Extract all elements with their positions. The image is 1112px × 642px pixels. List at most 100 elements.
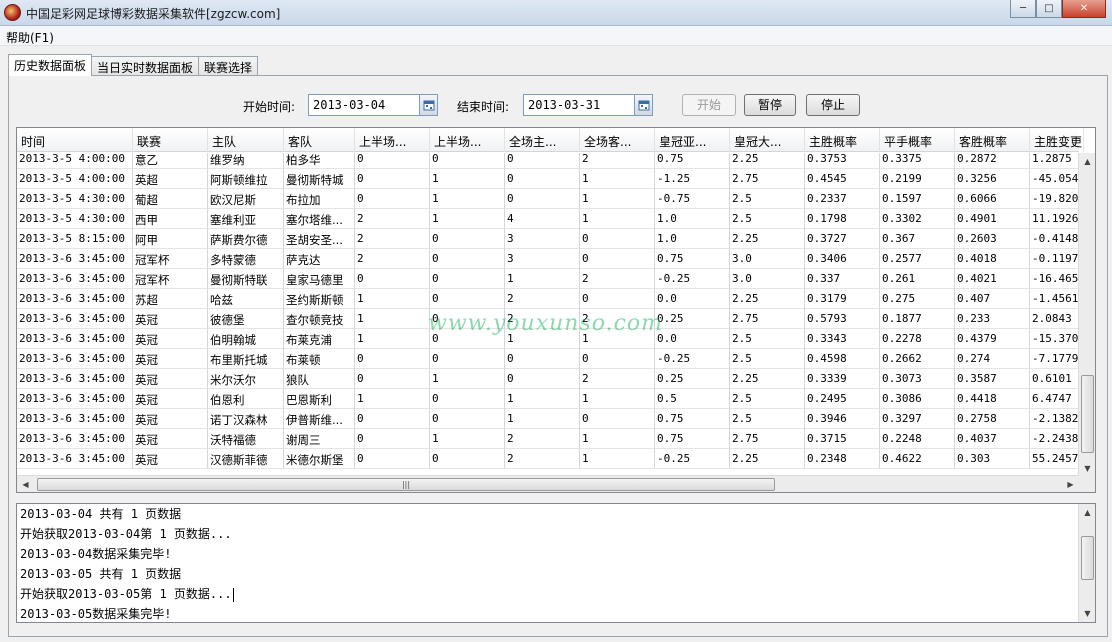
- scroll-up-icon[interactable]: ▲: [1079, 504, 1095, 521]
- table-cell: 0.4018: [955, 249, 1030, 269]
- table-cell: 1: [430, 189, 505, 209]
- log-line-text: 开始获取2013-03-04第 1 页数据...: [20, 527, 232, 541]
- table-cell: 0.4021: [955, 269, 1030, 289]
- table-cell: -15.3709: [1030, 329, 1079, 349]
- tab-realtime-panel[interactable]: 当日实时数据面板: [91, 56, 200, 76]
- scroll-right-icon[interactable]: ▶: [1062, 476, 1079, 492]
- column-header[interactable]: 联赛: [133, 128, 208, 152]
- grid-vertical-scrollbar[interactable]: ▲ ▼: [1078, 153, 1095, 477]
- table-cell: 0: [580, 349, 655, 369]
- table-cell: 0.0: [655, 289, 730, 309]
- calendar-icon[interactable]: [419, 95, 437, 115]
- table-cell: 英冠: [133, 429, 208, 449]
- table-row[interactable]: 2013-3-6 3:45:00 冠军杯 曼彻斯特联 皇家马德里 0 0 1 2 -0.25 3.…: [17, 269, 1079, 289]
- table-cell: 狼队: [284, 369, 355, 389]
- table-row[interactable]: 2013-3-5 4:30:00 西甲 塞维利亚 塞尔塔维... 2 1 4 1 1.0 2.5 0…: [17, 209, 1079, 229]
- tab-history-panel[interactable]: 历史数据面板: [8, 54, 93, 76]
- column-header[interactable]: 皇冠亚...: [655, 128, 730, 152]
- table-row[interactable]: 2013-3-6 3:45:00 英冠 沃特福德 谢周三 0 1 2 1 0.75 2.75 0.3…: [17, 429, 1079, 449]
- table-cell: 2: [505, 289, 580, 309]
- window-controls: ─ □ ✕: [1010, 0, 1106, 19]
- maximize-icon[interactable]: □: [1036, 0, 1062, 18]
- table-cell: 2013-3-5 8:15:00: [17, 229, 133, 249]
- table-cell: 0.75: [655, 249, 730, 269]
- pause-button[interactable]: 暂停: [744, 94, 796, 116]
- table-row[interactable]: 2013-3-6 3:45:00 英冠 伯恩利 巴恩斯利 1 0 1 1 0.5 2.5 0.249…: [17, 389, 1079, 409]
- scroll-up-icon[interactable]: ▲: [1079, 153, 1095, 170]
- log-lines: 2013-03-04 共有 1 页数据开始获取2013-03-04第 1 页数据…: [20, 504, 234, 622]
- table-row[interactable]: 2013-3-6 3:45:00 冠军杯 多特蒙德 萨克达 2 0 3 0 0.75 3.0 0.3…: [17, 249, 1079, 269]
- table-cell: 2.5: [730, 349, 805, 369]
- column-header[interactable]: 全场客...: [580, 128, 655, 152]
- table-cell: 2.25: [730, 289, 805, 309]
- table-cell: 2013-3-5 4:30:00: [17, 209, 133, 229]
- table-cell: 1: [355, 389, 430, 409]
- column-header[interactable]: 主胜概率: [805, 128, 880, 152]
- table-cell: -2.1382: [1030, 409, 1079, 429]
- log-vertical-scrollbar[interactable]: ▲ ▼: [1078, 504, 1095, 622]
- table-cell: 0.3753: [805, 153, 880, 169]
- table-row[interactable]: 2013-3-6 3:45:00 英冠 彼德堡 查尔顿竞技 1 0 2 2 0.25 2.75 0.…: [17, 309, 1079, 329]
- table-row[interactable]: 2013-3-5 4:30:00 葡超 欧汉尼斯 布拉加 0 1 0 1 -0.75 2.5 0.2…: [17, 189, 1079, 209]
- column-header[interactable]: 客胜概率: [955, 128, 1030, 152]
- grid-rows: 2013-3-5 4:00:00 意乙 维罗纳 柏多华 0 0 0 2 0.75 2.25 0.37…: [17, 153, 1079, 469]
- table-cell: 0.3715: [805, 429, 880, 449]
- minimize-icon[interactable]: ─: [1010, 0, 1036, 18]
- log-vertical-scroll-thumb[interactable]: [1081, 536, 1094, 580]
- column-header[interactable]: 皇冠大...: [730, 128, 805, 152]
- column-header[interactable]: 主胜变更: [1030, 128, 1084, 152]
- table-cell: 0: [355, 269, 430, 289]
- table-cell: 0.274: [955, 349, 1030, 369]
- grid-horizontal-scroll-thumb[interactable]: |||: [37, 478, 775, 491]
- table-cell: 1: [580, 169, 655, 189]
- table-row[interactable]: 2013-3-5 8:15:00 阿甲 萨斯费尔德 圣胡安圣... 2 0 3 0 1.0 2.2…: [17, 229, 1079, 249]
- column-header[interactable]: 全场主...: [505, 128, 580, 152]
- table-cell: 0.75: [655, 153, 730, 169]
- log-output[interactable]: 2013-03-04 共有 1 页数据开始获取2013-03-04第 1 页数据…: [16, 503, 1096, 623]
- table-row[interactable]: 2013-3-6 3:45:00 英冠 诺丁汉森林 伊普斯维... 0 0 1 0 0.75 2.…: [17, 409, 1079, 429]
- table-cell: 1: [355, 329, 430, 349]
- grid-vertical-scroll-thumb[interactable]: [1081, 375, 1094, 453]
- end-date-picker[interactable]: 2013-03-31: [523, 94, 653, 116]
- table-row[interactable]: 2013-3-6 3:45:00 英冠 伯明翰城 布莱克浦 1 0 1 1 0.0 2.5 0.33…: [17, 329, 1079, 349]
- column-header[interactable]: 主队: [208, 128, 284, 152]
- start-date-picker[interactable]: 2013-03-04: [308, 94, 438, 116]
- table-cell: 维罗纳: [208, 153, 284, 169]
- table-cell: 0: [430, 249, 505, 269]
- scroll-down-icon[interactable]: ▼: [1079, 605, 1095, 622]
- table-row[interactable]: 2013-3-6 3:45:00 苏超 哈兹 圣约斯斯顿 1 0 2 0 0.0 2.25 0.31…: [17, 289, 1079, 309]
- column-header[interactable]: 客队: [284, 128, 355, 152]
- table-row[interactable]: 2013-3-5 4:00:00 英超 阿斯顿维拉 曼彻斯特城 0 1 0 1 -1.25 2.7…: [17, 169, 1079, 189]
- history-data-grid[interactable]: 时间 联赛 主队 客队 上半场... 上半场... 全场主... 全场客... 皇冠亚... 皇冠…: [16, 127, 1096, 493]
- table-cell: 0.1798: [805, 209, 880, 229]
- table-cell: -0.1197: [1030, 249, 1079, 269]
- tab-league-select[interactable]: 联赛选择: [198, 56, 259, 76]
- table-cell: -0.75: [655, 189, 730, 209]
- table-cell: 布里斯托城: [208, 349, 284, 369]
- log-line: 2013-03-04 共有 1 页数据: [20, 504, 234, 524]
- start-button[interactable]: 开始: [682, 94, 736, 116]
- menu-help[interactable]: 帮助(F1): [6, 29, 54, 46]
- scroll-left-icon[interactable]: ◀: [17, 476, 34, 492]
- table-row[interactable]: 2013-3-6 3:45:00 英冠 布里斯托城 布莱顿 0 0 0 0 -0.25 2.5 0.…: [17, 349, 1079, 369]
- table-cell: 2.25: [730, 153, 805, 169]
- text-caret: [232, 587, 234, 602]
- column-header[interactable]: 时间: [17, 128, 133, 152]
- table-cell: 诺丁汉森林: [208, 409, 284, 429]
- table-cell: 0.2348: [805, 449, 880, 469]
- stop-button[interactable]: 停止: [806, 94, 860, 116]
- table-row[interactable]: 2013-3-5 4:00:00 意乙 维罗纳 柏多华 0 0 0 2 0.75 2.25 0.37…: [17, 153, 1079, 169]
- column-header[interactable]: 上半场...: [355, 128, 430, 152]
- table-cell: 2013-3-6 3:45:00: [17, 289, 133, 309]
- calendar-icon[interactable]: [634, 95, 652, 115]
- table-cell: 圣约斯斯顿: [284, 289, 355, 309]
- table-cell: 阿甲: [133, 229, 208, 249]
- table-cell: 0: [430, 389, 505, 409]
- column-header[interactable]: 上半场...: [430, 128, 505, 152]
- column-header[interactable]: 平手概率: [880, 128, 955, 152]
- close-icon[interactable]: ✕: [1062, 0, 1106, 18]
- grid-horizontal-scrollbar[interactable]: ◀ ||| ▶: [17, 475, 1079, 492]
- table-cell: -0.25: [655, 269, 730, 289]
- table-row[interactable]: 2013-3-6 3:45:00 英冠 汉德斯菲德 米德尔斯堡 0 0 2 1 -0.25 2.2…: [17, 449, 1079, 469]
- table-row[interactable]: 2013-3-6 3:45:00 英冠 米尔沃尔 狼队 0 1 0 2 0.25 2.25 0.33…: [17, 369, 1079, 389]
